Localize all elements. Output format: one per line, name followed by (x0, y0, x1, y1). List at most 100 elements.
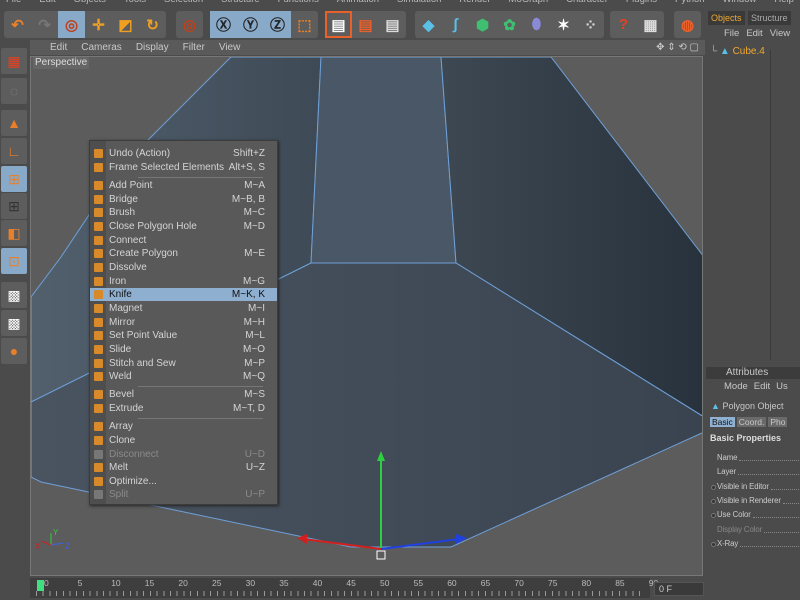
tab-objects[interactable]: Objects (708, 11, 745, 25)
layout-help-icon[interactable]: ▦ (637, 11, 664, 38)
menu-item-melt[interactable]: Melt U~Z (90, 461, 277, 474)
menu-plugins[interactable]: Plugins (626, 0, 657, 6)
model-mode-icon[interactable]: ▲ (1, 110, 27, 136)
render-settings-icon[interactable]: ▤ (379, 11, 406, 38)
menu-item-extrude[interactable]: Extrude M~T, D (90, 402, 277, 415)
menu-python[interactable]: Python (675, 0, 705, 6)
timeline[interactable]: 051015202530354045505560657075808590 (30, 578, 658, 598)
viewport-menu-display[interactable]: Display (136, 40, 169, 55)
current-frame-field[interactable]: 0 F (654, 582, 704, 596)
attributes-menu-user[interactable]: Us (776, 381, 788, 392)
objects-menu-edit[interactable]: Edit (746, 26, 762, 41)
texture-mode-icon[interactable]: ▩ (1, 282, 27, 308)
menu-item-dissolve[interactable]: Dissolve (90, 261, 277, 274)
menu-animation[interactable]: Animation (337, 0, 379, 6)
tab-basic[interactable]: Basic (710, 417, 735, 427)
render-view-icon[interactable]: ▤ (325, 11, 352, 38)
property-use-color[interactable]: Use Color (717, 510, 799, 520)
menu-item-close-polygon-hole[interactable]: Close Polygon Hole M~D (90, 220, 277, 233)
layout-icon[interactable]: ▦ (1, 48, 27, 74)
menu-simulation[interactable]: Simulation (397, 0, 441, 6)
deformer-icon[interactable]: ⬮ (523, 11, 550, 38)
menu-item-brush[interactable]: Brush M~C (90, 206, 277, 219)
menu-structure[interactable]: Structure (221, 0, 260, 6)
menu-edit[interactable]: Edit (39, 0, 55, 6)
menu-functions[interactable]: Functions (278, 0, 319, 6)
uvw-mode-icon[interactable]: ⊡ (1, 248, 27, 274)
menu-item-frame-selected-elements[interactable]: Frame Selected Elements Alt+S, S (90, 161, 277, 174)
polygons-mode-icon[interactable]: ◧ (1, 220, 27, 246)
tab-coord[interactable]: Coord. (736, 417, 767, 427)
browser-icon[interactable]: ◍ (674, 11, 701, 38)
menu-item-knife[interactable]: Knife M~K, K (90, 288, 277, 301)
redo-icon[interactable]: ↷ (31, 11, 58, 38)
tab-phong[interactable]: Pho (768, 417, 788, 427)
menu-render[interactable]: Render (459, 0, 490, 6)
rotate-icon[interactable]: ↻ (139, 11, 166, 38)
x-axis-icon[interactable]: Ⓧ (210, 11, 237, 38)
tab-structure[interactable]: Structure (748, 11, 791, 25)
render-picture-viewer-icon[interactable]: ▤ (352, 11, 379, 38)
help-icon[interactable]: ? (610, 11, 637, 38)
animate-dot[interactable] (711, 541, 716, 547)
menu-item-add-point[interactable]: Add Point M~A (90, 179, 277, 192)
objects-menu-view[interactable]: View (770, 26, 790, 41)
move-icon[interactable]: ✛ (85, 11, 112, 38)
scale-icon[interactable]: ◩ (112, 11, 139, 38)
menu-tools[interactable]: Tools (124, 0, 146, 6)
menu-item-disconnect[interactable]: Disconnect U~D (90, 448, 277, 461)
menu-item-bevel[interactable]: Bevel M~S (90, 388, 277, 401)
menu-item-optimize[interactable]: Optimize... (90, 475, 277, 488)
menu-item-mirror[interactable]: Mirror M~H (90, 316, 277, 329)
workplane-icon[interactable]: ◌ (1, 78, 27, 104)
viewport-menu-filter[interactable]: Filter (183, 40, 205, 55)
menu-item-undo-action[interactable]: Undo (Action) Shift+Z (90, 147, 277, 160)
undo-icon[interactable]: ↶ (4, 11, 31, 38)
timeline-playhead[interactable] (37, 580, 44, 591)
menu-item-create-polygon[interactable]: Create Polygon M~E (90, 247, 277, 260)
z-axis-icon[interactable]: Ⓩ (264, 11, 291, 38)
menu-help[interactable]: Help (774, 0, 794, 6)
menu-item-split[interactable]: Split U~P (90, 488, 277, 501)
menu-selection[interactable]: Selection (164, 0, 203, 6)
menu-character[interactable]: Character (566, 0, 608, 6)
live-selection-icon[interactable]: ◎ (58, 11, 85, 38)
environment-icon[interactable]: ⁘ (577, 11, 604, 38)
object-row-cube[interactable]: └ ▲ Cube.4 (710, 46, 765, 58)
menu-objects[interactable]: Objects (74, 0, 106, 6)
attributes-menu-edit[interactable]: Edit (754, 381, 770, 392)
animate-dot[interactable] (711, 498, 716, 504)
array-icon[interactable]: ✿ (496, 11, 523, 38)
menu-item-set-point-value[interactable]: Set Point Value M~L (90, 329, 277, 342)
menu-item-stitch-and-sew[interactable]: Stitch and Sew M~P (90, 357, 277, 370)
property-visible-in-editor[interactable]: Visible in Editor (717, 482, 799, 492)
sculpt-icon[interactable]: ● (1, 338, 27, 364)
viewport-menu-edit[interactable]: Edit (50, 40, 67, 55)
menu-item-magnet[interactable]: Magnet M~I (90, 302, 277, 315)
nurbs-icon[interactable]: ⬢ (469, 11, 496, 38)
viewport-menu-view[interactable]: View (219, 40, 241, 55)
property-x-ray[interactable]: X-Ray (717, 539, 799, 549)
animate-dot[interactable] (711, 484, 716, 490)
texture-axis-icon[interactable]: ▩ (1, 310, 27, 336)
property-name[interactable]: Name (717, 453, 799, 463)
spline-icon[interactable]: ∫ (442, 11, 469, 38)
points-mode-icon[interactable]: ⊞ (1, 166, 27, 192)
menu-item-array[interactable]: Array (90, 420, 277, 433)
property-display-color[interactable]: Display Color (717, 525, 799, 535)
menu-item-bridge[interactable]: Bridge M~B, B (90, 193, 277, 206)
cube-icon[interactable]: ◆ (415, 11, 442, 38)
menu-item-connect[interactable]: Connect (90, 234, 277, 247)
menu-mograph[interactable]: MoGraph (509, 0, 549, 6)
last-tool-icon[interactable]: ◎ (176, 11, 203, 38)
scene-icon[interactable]: ✶ (550, 11, 577, 38)
viewport-nav-icons[interactable]: ✥ ⇕ ⟲ ▢ (656, 40, 699, 55)
object-axis-icon[interactable]: ∟ (1, 138, 27, 164)
coordinate-system-icon[interactable]: ⬚ (291, 11, 318, 38)
menu-item-slide[interactable]: Slide M~O (90, 343, 277, 356)
objects-menu-file[interactable]: File (724, 26, 739, 41)
viewport-menu-cameras[interactable]: Cameras (81, 40, 122, 55)
menu-item-iron[interactable]: Iron M~G (90, 275, 277, 288)
y-axis-icon[interactable]: Ⓨ (237, 11, 264, 38)
edges-mode-icon[interactable]: ⊞ (1, 193, 27, 219)
